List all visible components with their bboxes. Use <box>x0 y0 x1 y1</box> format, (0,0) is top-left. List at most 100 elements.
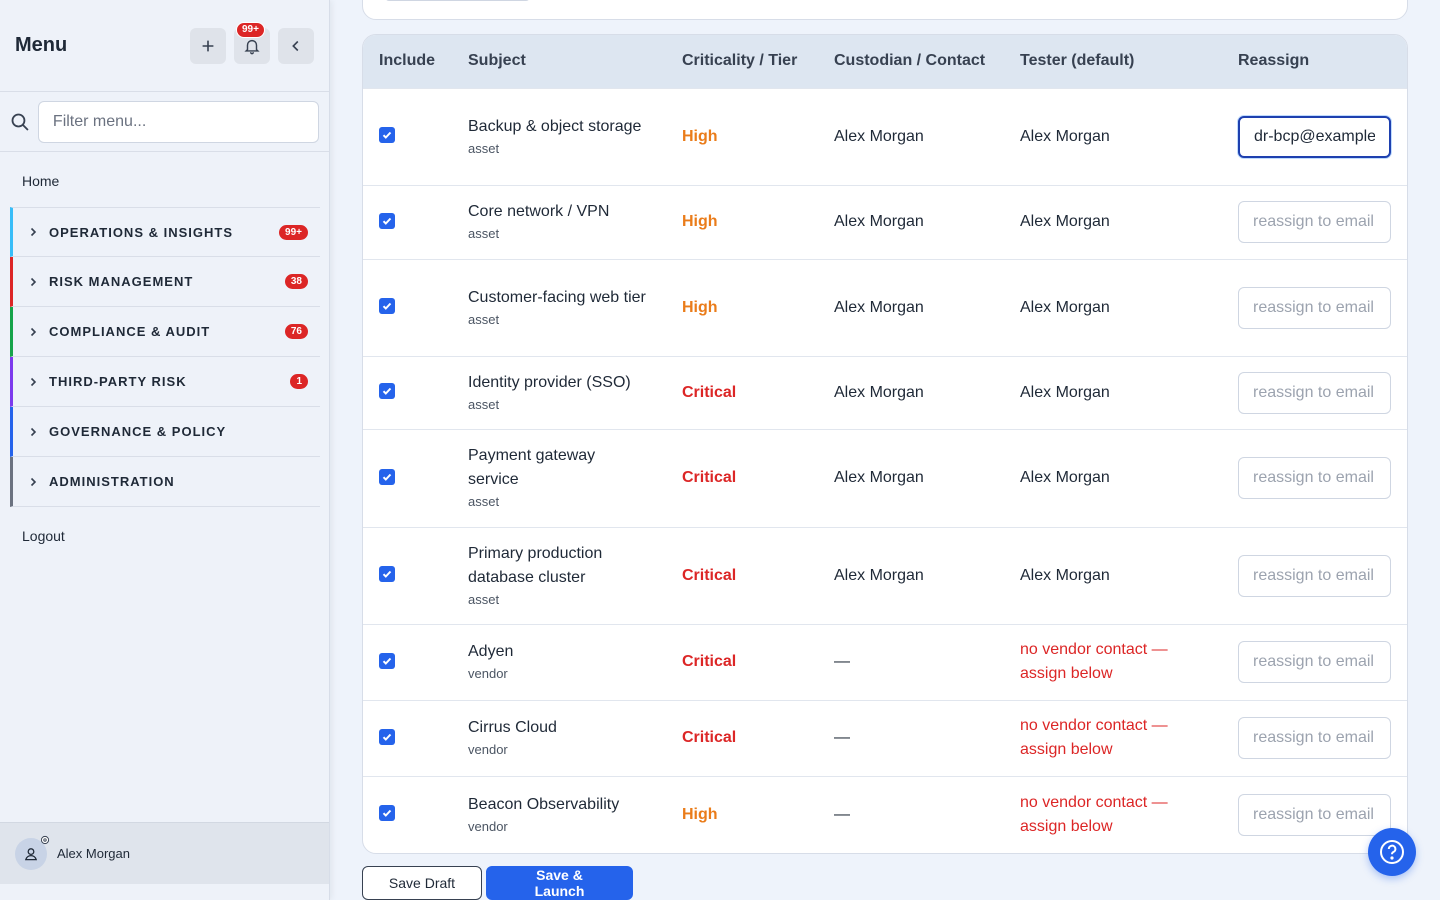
tester-value: no vendor contact — assign below <box>1020 641 1168 682</box>
top-card-control[interactable] <box>385 0 530 1</box>
include-cell <box>363 775 452 853</box>
check-icon <box>382 733 392 741</box>
subject-cell: Core network / VPN asset <box>452 184 666 259</box>
tester-cell: Alex Morgan <box>1004 258 1222 356</box>
top-card <box>362 0 1408 20</box>
chevron-right-icon <box>30 427 37 436</box>
reassign-cell <box>1222 526 1407 624</box>
user-icon <box>24 847 38 860</box>
include-cell <box>363 87 452 185</box>
tester-value: no vendor contact — assign below <box>1020 793 1168 835</box>
reassign-email-input[interactable] <box>1238 793 1391 836</box>
reassign-cell <box>1222 699 1407 776</box>
tier-cell: High <box>666 258 818 356</box>
notifications-button[interactable]: 99+ <box>234 21 270 64</box>
sidebar-nav: Home OPERATIONS & INSIGHTS 99+ RISK MANAGE… <box>0 152 329 551</box>
subject-cell: Customer-facing web tier asset <box>452 258 666 356</box>
reassign-email-input[interactable] <box>1238 717 1391 759</box>
sidebar-group-operations-insights[interactable]: OPERATIONS & INSIGHTS 99+ <box>10 207 320 257</box>
include-checkbox[interactable] <box>379 127 395 143</box>
chevron-right-icon <box>30 477 37 486</box>
collapse-sidebar-button[interactable] <box>278 27 314 64</box>
include-checkbox[interactable] <box>379 298 395 314</box>
sidebar-group-risk-management[interactable]: RISK MANAGEMENT 38 <box>10 257 320 307</box>
include-checkbox[interactable] <box>379 728 395 745</box>
tester-cell: Alex Morgan <box>1004 87 1222 185</box>
sidebar-header: Menu 99+ <box>0 0 329 92</box>
check-icon <box>382 810 392 818</box>
subject-type: asset <box>468 140 500 156</box>
count-badge: 99+ <box>279 224 308 240</box>
include-cell <box>363 623 452 700</box>
tier-cell: Critical <box>666 699 818 776</box>
reassign-email-input[interactable] <box>1238 286 1391 329</box>
reassign-cell <box>1222 87 1407 185</box>
table-row: Payment gateway service asset Critical Alex… <box>363 428 1407 527</box>
tester-value: no vendor contact — assign below <box>1020 717 1168 758</box>
reassign-email-input[interactable] <box>1238 457 1391 499</box>
include-cell <box>363 258 452 356</box>
custodian-cell: Alex Morgan <box>818 184 1004 259</box>
reassign-email-input[interactable] <box>1238 115 1391 158</box>
sidebar-group-administration[interactable]: ADMINISTRATION <box>10 457 320 507</box>
tier-cell: Critical <box>666 428 818 527</box>
subject-type: asset <box>468 396 500 412</box>
criticality-label: High <box>682 805 718 823</box>
sidebar-group-governance-policy[interactable]: GOVERNANCE & POLICY <box>10 407 320 457</box>
user-profile[interactable]: Alex Morgan <box>0 822 329 884</box>
assignment-table: Include Subject Criticality / Tier Custo… <box>363 35 1407 853</box>
header-include: Include <box>379 52 436 70</box>
sidebar-group-label: RISK MANAGEMENT <box>49 274 194 289</box>
tester-value: Alex Morgan <box>1020 298 1110 316</box>
custodian-cell: — <box>818 775 1004 853</box>
bell-icon <box>244 39 260 54</box>
sidebar-group-third-party-risk[interactable]: THIRD-PARTY RISK 1 <box>10 357 320 407</box>
chevron-right-icon <box>30 327 37 336</box>
header-reassign: Reassign <box>1238 52 1310 70</box>
save-launch-button[interactable]: Save & Launch <box>486 866 633 900</box>
filter-menu-input[interactable] <box>37 100 319 143</box>
criticality-label: Critical <box>682 729 737 746</box>
assignment-table-card: Include Subject Criticality / Tier Custo… <box>362 34 1408 854</box>
check-icon <box>382 131 392 139</box>
sidebar-item-home[interactable]: Home <box>0 166 329 196</box>
subject-name: Payment gateway service <box>468 447 596 488</box>
reassign-email-input[interactable] <box>1238 554 1391 597</box>
subject-name: Adyen <box>468 643 514 660</box>
reassign-email-input[interactable] <box>1238 371 1391 414</box>
include-checkbox[interactable] <box>379 212 395 229</box>
table-row: Primary production database cluster asset… <box>363 526 1407 624</box>
sidebar-item-logout[interactable]: Logout <box>0 521 329 551</box>
include-checkbox[interactable] <box>379 805 395 822</box>
header-subject: Subject <box>468 52 526 70</box>
subject-type: asset <box>468 311 500 327</box>
include-checkbox[interactable] <box>379 468 395 485</box>
include-checkbox[interactable] <box>379 652 395 669</box>
sidebar-group-compliance-audit[interactable]: COMPLIANCE & AUDIT 76 <box>10 307 320 357</box>
custodian-cell: Alex Morgan <box>818 355 1004 429</box>
chevron-right-icon <box>30 377 37 386</box>
gear-icon <box>40 835 50 844</box>
table-row: Cirrus Cloud vendor Critical — no vendor con… <box>363 699 1407 776</box>
subject-name: Beacon Observability <box>468 795 620 813</box>
reassign-email-input[interactable] <box>1238 201 1391 243</box>
include-checkbox[interactable] <box>379 566 395 582</box>
reassign-cell <box>1222 428 1407 527</box>
sidebar-search <box>0 92 329 152</box>
sidebar-group-label: COMPLIANCE & AUDIT <box>49 324 211 339</box>
count-badge: 38 <box>284 274 308 289</box>
search-icon <box>11 113 29 131</box>
criticality-label: Critical <box>682 469 737 486</box>
help-button[interactable] <box>1368 828 1416 876</box>
tier-cell: High <box>666 775 818 853</box>
subject-name: Identity provider (SSO) <box>468 373 631 391</box>
include-cell <box>363 699 452 776</box>
tier-cell: Critical <box>666 355 818 429</box>
save-draft-button[interactable]: Save Draft <box>362 866 482 900</box>
include-checkbox[interactable] <box>379 383 395 399</box>
reassign-email-input[interactable] <box>1238 641 1391 683</box>
tester-cell: Alex Morgan <box>1004 184 1222 259</box>
avatar <box>15 835 50 870</box>
tier-cell: Critical <box>666 526 818 624</box>
add-button[interactable] <box>190 27 226 64</box>
